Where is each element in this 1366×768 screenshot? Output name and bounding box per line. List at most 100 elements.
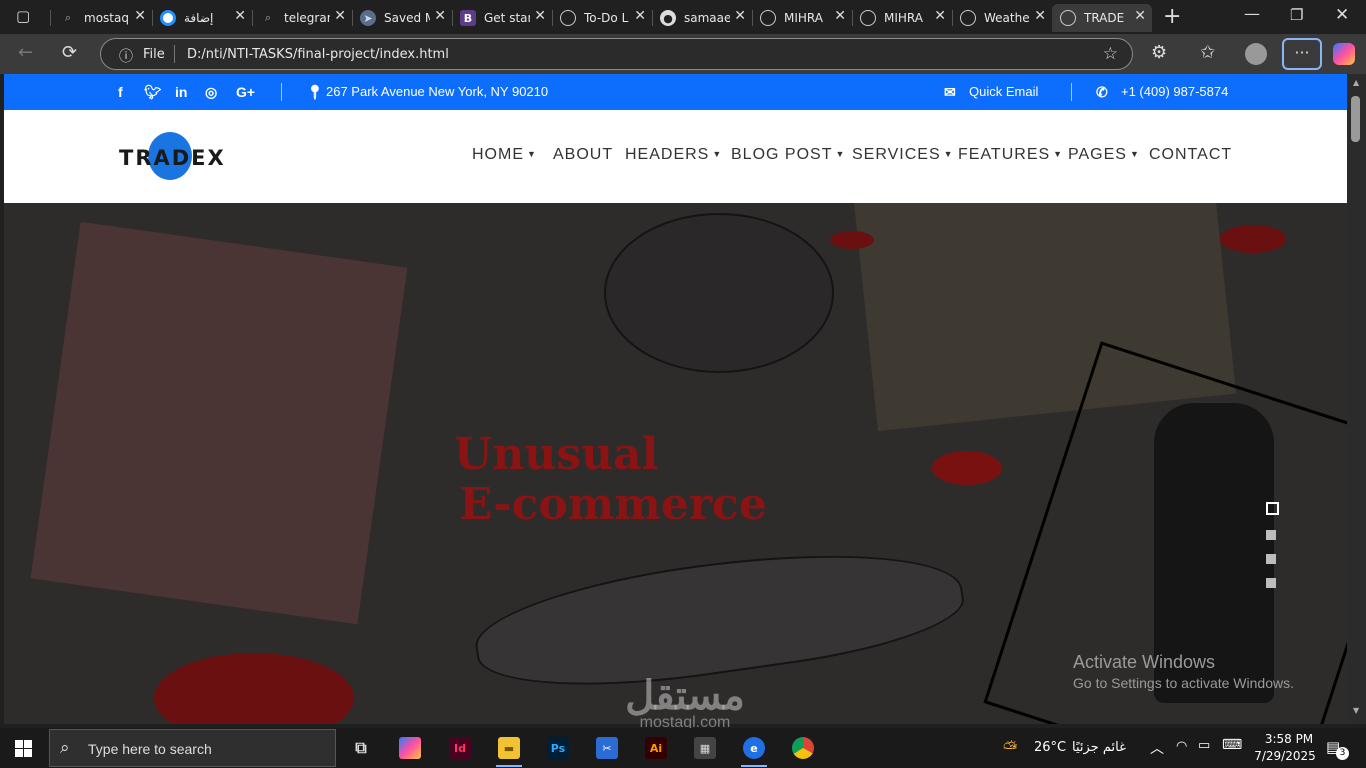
close-icon[interactable]: ✕ <box>534 8 546 24</box>
file-explorer-icon[interactable]: ▬ <box>496 737 522 767</box>
scroll-down-icon: ▼ <box>1353 706 1360 715</box>
windows-start-icon[interactable] <box>15 740 32 757</box>
weather-icon[interactable]: ⛅︎ <box>1003 738 1017 759</box>
linkedin-icon[interactable]: in <box>175 84 187 100</box>
nav-about[interactable]: ABOUT <box>553 146 613 164</box>
wifi-icon[interactable]: ◠ <box>1176 739 1187 754</box>
close-icon[interactable]: ✕ <box>234 8 246 24</box>
snipping-tool-icon[interactable]: ✂ <box>596 737 618 759</box>
calculator-icon[interactable]: ▦ <box>694 737 716 759</box>
github-icon: ● <box>660 10 676 26</box>
instagram-icon[interactable]: ◎ <box>205 84 217 101</box>
scheme-label: File <box>143 47 165 62</box>
notification-count-badge: 3 <box>1336 747 1349 760</box>
extensions-icon[interactable]: ⚙ <box>1151 42 1167 63</box>
close-icon[interactable]: ✕ <box>1134 8 1146 24</box>
globe-icon <box>560 10 576 26</box>
nav-home[interactable]: HOME ▼ <box>472 146 537 164</box>
tab-6[interactable]: ● samaae ✕ <box>652 4 752 32</box>
slider-dot-2[interactable] <box>1266 530 1276 540</box>
clock-time[interactable]: 3:58 PM <box>1260 732 1318 746</box>
nav-contact[interactable]: CONTACT <box>1149 146 1232 164</box>
tab-9[interactable]: Weathe ✕ <box>952 4 1052 32</box>
nav-features[interactable]: FEATURES ▼ <box>958 146 1063 164</box>
watermark-subtitle: Go to Settings to activate Windows. <box>1073 675 1294 691</box>
quick-email-link[interactable]: Quick Email <box>969 84 1038 99</box>
tab-7[interactable]: MIHRA ✕ <box>752 4 852 32</box>
slider-dot-4[interactable] <box>1266 578 1276 588</box>
more-menu-icon[interactable]: ··· <box>1282 38 1322 70</box>
favorite-star-icon[interactable]: ☆ <box>1103 44 1118 64</box>
close-icon[interactable]: ✕ <box>1034 8 1046 24</box>
tab-3[interactable]: ➤ Saved M ✕ <box>352 4 452 32</box>
edge-icon[interactable]: e <box>741 737 767 767</box>
tab-10-active[interactable]: TRADE ✕ <box>1052 4 1152 32</box>
browser-tab-strip: ▢ ⌕ mostaq ✕ إضافة ✕ ⌕ telegram ✕ ➤ Save… <box>0 0 1366 34</box>
profile-avatar-icon[interactable] <box>1245 43 1267 65</box>
twitter-icon[interactable]: 🐦︎ <box>144 84 162 101</box>
caret-down-icon: ▼ <box>943 149 954 159</box>
tab-8[interactable]: MIHRA ✕ <box>852 4 952 32</box>
restore-icon[interactable]: ❐ <box>1290 6 1303 24</box>
close-icon[interactable]: ✕ <box>134 8 146 24</box>
watermark-title: Activate Windows <box>1073 652 1216 672</box>
nav-blog-post[interactable]: BLOG POST ▼ <box>731 146 845 164</box>
address-bar[interactable]: ⓘ File D:/nti/NTI-TASKS/final-project/in… <box>100 38 1133 70</box>
nav-pages[interactable]: PAGES ▼ <box>1068 146 1140 164</box>
close-icon[interactable]: ✕ <box>334 8 346 24</box>
facebook-icon[interactable]: f <box>118 84 123 100</box>
tab-0[interactable]: ⌕ mostaq ✕ <box>52 4 152 32</box>
close-icon[interactable]: ✕ <box>434 8 446 24</box>
illustrator-icon[interactable]: Ai <box>645 737 667 759</box>
close-icon[interactable]: ✕ <box>634 8 646 24</box>
site-logo[interactable]: TRADEX <box>119 146 226 170</box>
page-scrollbar[interactable]: ▲ ▼ <box>1347 74 1366 724</box>
copilot-taskbar-icon[interactable] <box>399 737 421 759</box>
circle-icon <box>160 10 176 26</box>
task-view-icon[interactable]: ⧉ <box>350 737 372 759</box>
clock-date[interactable]: 7/29/2025 <box>1252 749 1318 763</box>
nav-services[interactable]: SERVICES ▼ <box>852 146 954 164</box>
favorites-icon[interactable]: ✩ <box>1200 42 1215 63</box>
nav-headers[interactable]: HEADERS ▼ <box>625 146 722 164</box>
new-tab-icon[interactable]: + <box>1163 4 1181 29</box>
chevron-up-icon[interactable]: ︿ <box>1150 738 1164 758</box>
site-navbar: TRADEX HOME ▼ ABOUT HEADERS ▼ BLOG POST ▼ S… <box>4 110 1347 203</box>
weather-text[interactable]: غائم جزئيًا <box>1072 740 1126 755</box>
close-icon[interactable]: ✕ <box>834 8 846 24</box>
bootstrap-icon: B <box>460 10 476 26</box>
slider-dot-1[interactable] <box>1266 502 1279 515</box>
weather-temp[interactable]: 26°C <box>1034 740 1066 755</box>
close-window-icon[interactable]: ✕ <box>1335 5 1349 25</box>
scroll-thumb[interactable] <box>1351 96 1360 142</box>
tab-5[interactable]: To-Do L ✕ <box>552 4 652 32</box>
indesign-icon[interactable]: Id <box>449 737 471 759</box>
globe-icon <box>1060 10 1076 26</box>
tab-2[interactable]: ⌕ telegram ✕ <box>252 4 352 32</box>
minimize-icon[interactable]: — <box>1244 4 1260 23</box>
tab-4[interactable]: B Get star ✕ <box>452 4 552 32</box>
info-icon[interactable]: ⓘ <box>119 46 133 66</box>
taskbar-search-box[interactable]: ⌕ Type here to search <box>49 729 336 767</box>
hero-lips-bottom <box>154 653 354 724</box>
battery-icon[interactable]: ▭ <box>1198 738 1210 753</box>
tab-label: telegram <box>284 11 330 25</box>
back-icon[interactable]: ← <box>18 42 33 63</box>
refresh-icon[interactable]: ⟳ <box>62 42 77 63</box>
search-icon: ⌕ <box>264 11 272 24</box>
close-icon[interactable]: ✕ <box>934 8 946 24</box>
tab-actions-icon[interactable]: ▢ <box>16 7 30 25</box>
photoshop-icon[interactable]: Ps <box>547 737 569 759</box>
slider-dot-3[interactable] <box>1266 554 1276 564</box>
hero-lips-right <box>932 451 1002 485</box>
tab-1[interactable]: إضافة ✕ <box>152 4 252 32</box>
close-icon[interactable]: ✕ <box>734 8 746 24</box>
topbar-phone[interactable]: +1 (409) 987-5874 <box>1121 84 1228 99</box>
url-text[interactable]: D:/nti/NTI-TASKS/final-project/index.htm… <box>187 47 449 62</box>
copilot-icon[interactable] <box>1333 43 1355 65</box>
keyboard-icon[interactable]: ⌨ <box>1222 737 1242 753</box>
chrome-icon[interactable] <box>792 737 814 759</box>
caret-down-icon: ▼ <box>527 149 537 159</box>
tab-label: Saved M <box>384 11 430 25</box>
google-plus-icon[interactable]: G+ <box>236 84 255 100</box>
